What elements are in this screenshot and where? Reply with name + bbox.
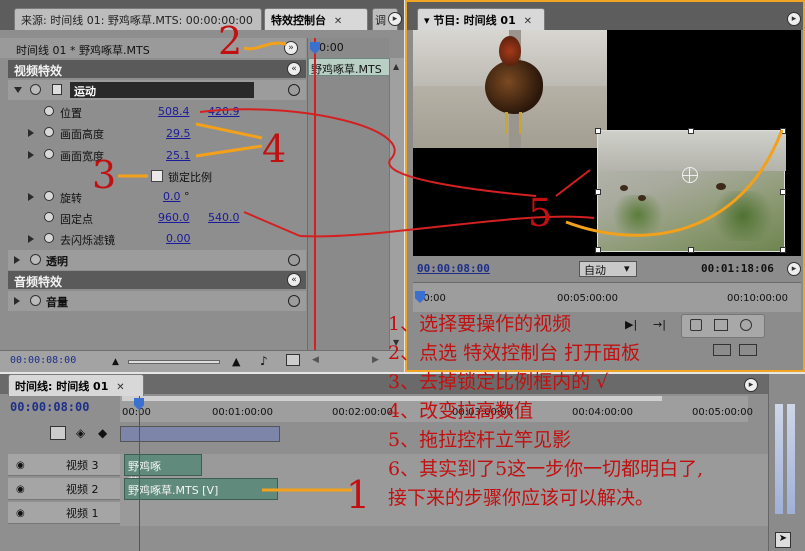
annotation-step: 2、点选 特效控制台 打开面板 <box>388 342 641 364</box>
annotation-step: 4、改变拉高数值 <box>388 400 534 422</box>
annotation-arrow-orange <box>565 129 784 237</box>
annotation-step: 6、其实到了5这一步你一切都明白了, <box>388 458 704 480</box>
annotation-arrow-red <box>199 108 537 197</box>
annotation-number: 5 <box>528 191 553 235</box>
annotation-arrow-orange <box>195 144 263 158</box>
annotation-arrow-orange <box>243 41 287 51</box>
annotation-step: 接下来的步骤你应该可以解决。 <box>388 487 655 509</box>
annotation-number: 1 <box>346 473 371 517</box>
annotation-step: 5、拖拉控杆立竿见影 <box>388 429 572 451</box>
annotation-arrow-orange <box>195 122 263 140</box>
annotation-arrow-red <box>555 169 591 197</box>
annotation-number: 3 <box>92 153 117 197</box>
annotation-arrow-red <box>243 211 301 237</box>
annotation-step: 1、选择要操作的视频 <box>388 313 572 335</box>
annotation-step: 3、去掉锁定比例框内的 √ <box>388 371 609 393</box>
annotation-steps: 1、选择要操作的视频 2、点选 特效控制台 打开面板 3、去掉锁定比例框内的 √… <box>388 310 703 513</box>
annotation-number: 4 <box>262 127 287 171</box>
annotation-number: 2 <box>218 19 243 63</box>
